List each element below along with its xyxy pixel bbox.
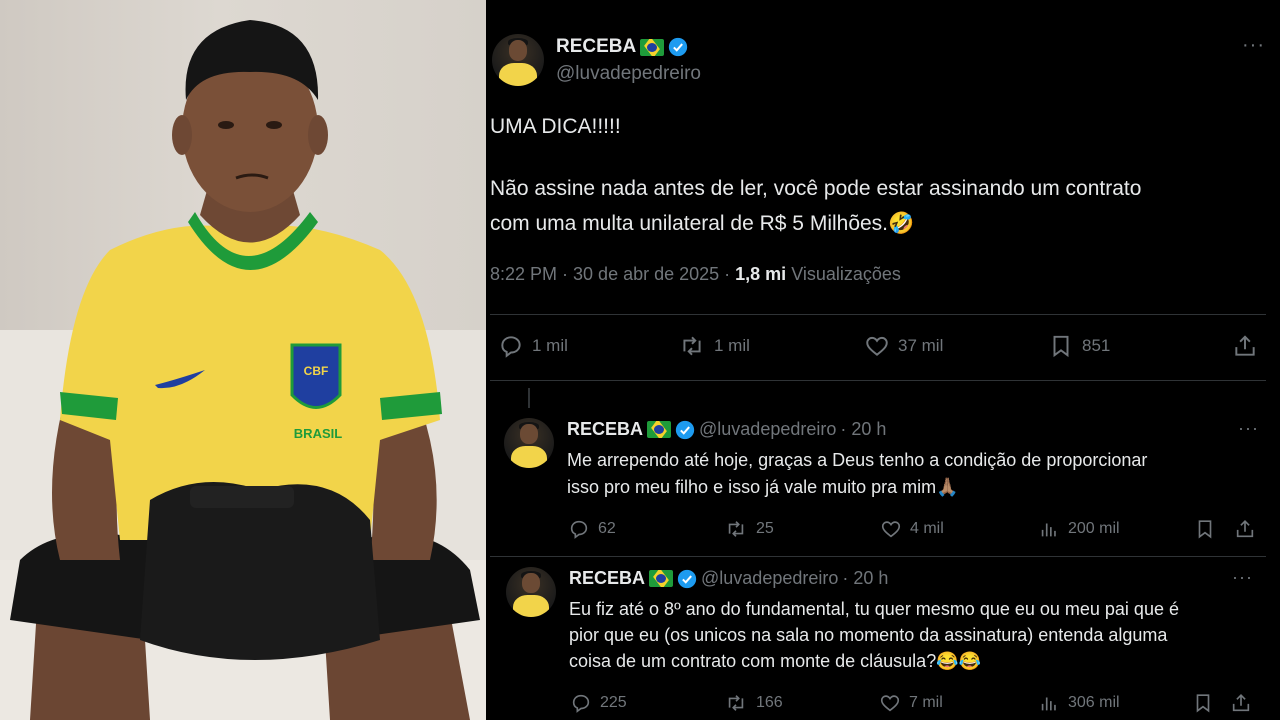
bookmark-icon: [1196, 694, 1210, 713]
share-icon: [1235, 335, 1255, 356]
repost-count: 1 mil: [714, 336, 750, 355]
verified-badge-icon: [669, 37, 688, 57]
reply-author-name[interactable]: RECEBA: [569, 568, 645, 589]
reply-author-handle[interactable]: @luvadepedreiro: [701, 568, 838, 589]
bookmark-count: 851: [1082, 336, 1111, 355]
profile-photo: CBF BRASIL: [0, 0, 486, 720]
reply-icon: [501, 336, 521, 358]
views-count: 306 mil: [1068, 694, 1120, 711]
repost-count: 166: [756, 694, 783, 711]
reply-text-line1: Eu fiz até o 8º ano do fundamental, tu q…: [569, 599, 1179, 619]
post-timestamp[interactable]: 8:22 PM · 30 de abr de 2025 ·: [490, 264, 735, 284]
like-icon: [880, 695, 900, 712]
share-icon: [1236, 520, 1254, 538]
tweet-panel: RECEBA @luvadepedreiro ··· UMA DICA!!!!!…: [486, 0, 1280, 720]
more-icon[interactable]: ···: [1238, 418, 1259, 439]
crest-text: CBF: [304, 364, 329, 378]
like-icon: [881, 521, 901, 538]
more-icon[interactable]: ···: [1242, 34, 1265, 57]
brazil-flag-icon: [647, 421, 672, 438]
reply-header: RECEBA @luvadepedreiro · 20 h: [567, 419, 886, 440]
reply-author-handle[interactable]: @luvadepedreiro: [699, 419, 836, 440]
reply-avatar[interactable]: [506, 567, 556, 617]
repost-button[interactable]: 1 mil: [678, 333, 750, 359]
bookmark-button[interactable]: 851: [1048, 333, 1110, 359]
like-count: 37 mil: [898, 336, 944, 355]
share-button[interactable]: [1234, 518, 1256, 540]
bookmark-button[interactable]: [1192, 692, 1214, 714]
post-text-line3: com uma multa unilateral de R$ 5 Milhões…: [490, 212, 915, 235]
verified-badge-icon: [677, 569, 697, 588]
reply-button[interactable]: 62: [568, 518, 616, 540]
thread-connector: [528, 388, 530, 408]
author-name-row: RECEBA: [556, 36, 688, 58]
like-count: 7 mil: [909, 694, 943, 711]
bookmark-button[interactable]: [1194, 518, 1216, 540]
views-icon: [1041, 523, 1056, 537]
like-button[interactable]: 37 mil: [864, 333, 943, 359]
reply-text-line1: Me arrependo até hoje, graças a Deus ten…: [567, 450, 1148, 470]
reply-avatar[interactable]: [504, 418, 554, 468]
reply-button[interactable]: 1 mil: [498, 333, 568, 359]
share-icon: [1232, 694, 1250, 712]
reply-text-line3: coisa de um contrato com monte de cláusu…: [569, 651, 982, 671]
divider: [490, 380, 1266, 381]
post-text-line2: Não assine nada antes de ler, você pode …: [490, 177, 1142, 200]
reply-header: RECEBA @luvadepedreiro · 20 h: [569, 568, 888, 589]
like-count: 4 mil: [910, 520, 944, 537]
repost-button[interactable]: 25: [724, 518, 774, 540]
views-count: 200 mil: [1068, 520, 1120, 537]
reply-count: 225: [600, 694, 627, 711]
reply-text-line2: pior que eu (os unicos na sala no moment…: [569, 625, 1168, 645]
brazil-flag-icon: [640, 38, 665, 56]
bookmark-icon: [1053, 335, 1069, 358]
views-count: 1,8 mi: [735, 264, 787, 284]
author-handle[interactable]: @luvadepedreiro: [556, 63, 701, 85]
reply-time[interactable]: · 20 h: [842, 568, 888, 589]
views-icon: [1041, 697, 1056, 711]
repost-button[interactable]: 166: [724, 692, 783, 714]
bookmark-icon: [1198, 520, 1212, 539]
share-button[interactable]: [1232, 333, 1258, 359]
like-button[interactable]: 4 mil: [880, 518, 944, 540]
post-meta: 8:22 PM · 30 de abr de 2025 · 1,8 mi Vis…: [490, 264, 901, 285]
views-label: Visualizações: [786, 264, 901, 284]
reply-button[interactable]: 225: [570, 692, 627, 714]
reply-author-name[interactable]: RECEBA: [567, 419, 643, 440]
reply-icon: [572, 694, 590, 713]
repost-count: 25: [756, 520, 774, 537]
reply-count: 62: [598, 520, 616, 537]
post-text-line1: UMA DICA!!!!!: [490, 115, 621, 138]
divider: [490, 314, 1266, 315]
share-button[interactable]: [1230, 692, 1252, 714]
reply-text-line2: isso pro meu filho e isso já vale muito …: [567, 477, 959, 497]
author-display-name[interactable]: RECEBA: [556, 36, 636, 58]
verified-badge-icon: [675, 420, 695, 439]
more-icon[interactable]: ···: [1232, 567, 1253, 588]
divider: [490, 556, 1266, 557]
repost-icon: [683, 336, 701, 356]
like-icon: [866, 336, 888, 356]
reply-count: 1 mil: [532, 336, 568, 355]
player-illustration: CBF BRASIL: [0, 20, 486, 720]
repost-icon: [728, 695, 744, 711]
author-avatar[interactable]: [492, 34, 544, 86]
like-button[interactable]: 7 mil: [879, 692, 943, 714]
brazil-flag-icon: [649, 570, 674, 587]
shirt-brasil-text: BRASIL: [294, 426, 342, 441]
views-button[interactable]: 306 mil: [1038, 692, 1120, 714]
repost-icon: [728, 521, 744, 537]
views-button[interactable]: 200 mil: [1038, 518, 1120, 540]
reply-icon: [570, 520, 588, 539]
reply-time[interactable]: · 20 h: [840, 419, 886, 440]
